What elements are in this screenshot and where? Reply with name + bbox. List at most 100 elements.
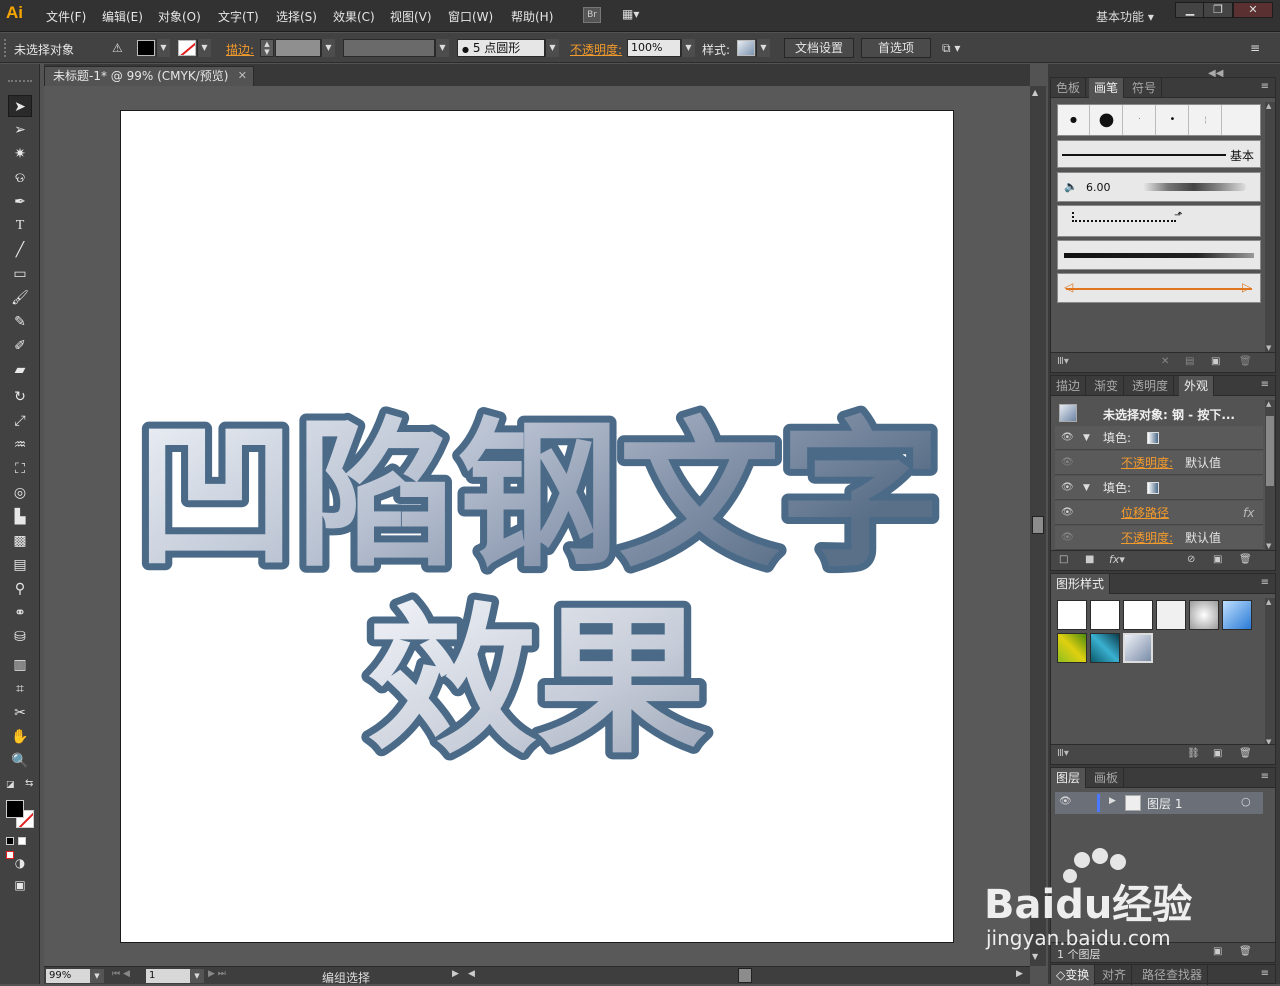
menu-select[interactable]: 选择(S) <box>276 8 317 25</box>
menu-edit[interactable]: 编辑(E) <box>102 8 143 25</box>
menu-effect[interactable]: 效果(C) <box>333 8 375 25</box>
graphic-styles-scrollbar[interactable]: ▲ ▼ <box>1265 598 1275 746</box>
tab-swatches[interactable]: 色板 <box>1051 78 1087 98</box>
appearance-panel-menu-icon[interactable]: ≡ <box>1261 379 1269 390</box>
appearance-row-fill-2[interactable]: 👁 ▼ 填色: <box>1055 476 1263 500</box>
delete-style-icon[interactable]: 🗑 <box>1239 748 1252 759</box>
brush-dashed-row[interactable]: ⬏ <box>1057 205 1261 237</box>
visibility-eye-icon[interactable]: 👁 <box>1061 451 1074 475</box>
canvas-area[interactable]: 凹陷钢文字 效果 <box>44 86 1030 966</box>
vertical-scroll-thumb[interactable] <box>1032 516 1044 534</box>
brushes-panel-menu-icon[interactable]: ≡ <box>1261 81 1269 92</box>
menu-help[interactable]: 帮助(H) <box>511 8 553 25</box>
rotate-tool-icon[interactable]: ↻ <box>8 386 32 408</box>
tab-align[interactable]: 对齐 <box>1097 965 1133 985</box>
style-steel-selected[interactable] <box>1123 633 1153 663</box>
artboard-dropdown-icon[interactable]: ▼ <box>190 969 204 983</box>
appearance-opacity-label[interactable]: 不透明度: <box>1121 451 1173 475</box>
new-style-icon[interactable]: ▣ <box>1213 748 1222 759</box>
brush-preset-thin[interactable]: ¦ <box>1190 105 1222 135</box>
appearance-row-offset-path[interactable]: 👁 位移路径 fx <box>1055 501 1263 525</box>
visibility-eye-icon[interactable]: 👁 <box>1061 501 1074 525</box>
tab-stroke[interactable]: 描边 <box>1051 376 1087 396</box>
close-tab-icon[interactable]: ✕ <box>238 67 247 85</box>
style-dropdown-icon[interactable]: ▼ <box>756 39 770 57</box>
zoom-dropdown-icon[interactable]: ▼ <box>90 969 104 983</box>
stroke-weight-input[interactable] <box>275 39 321 57</box>
brush-options-icon[interactable]: ▤ <box>1185 356 1194 367</box>
fill-gradient-swatch[interactable] <box>1147 432 1159 444</box>
warp-tool-icon[interactable]: ♒ <box>8 434 32 456</box>
line-tool-icon[interactable]: ╱ <box>8 239 32 261</box>
visibility-eye-icon[interactable]: 👁 <box>1061 476 1074 500</box>
transform-panel-menu-icon[interactable]: ≡ <box>1261 968 1269 979</box>
restore-icon[interactable]: ❐ <box>1203 2 1233 18</box>
graphic-style-swatch[interactable] <box>737 40 755 56</box>
menu-type[interactable]: 文字(T) <box>218 8 259 25</box>
fill-swatch[interactable] <box>6 800 24 818</box>
scroll-left-icon[interactable]: ◀ <box>468 969 475 979</box>
stroke-label[interactable]: 描边: <box>226 41 254 58</box>
layer-name[interactable]: 图层 1 <box>1147 795 1182 812</box>
eyedropper-tool-icon[interactable]: ⚲ <box>8 578 32 600</box>
column-graph-tool-icon[interactable]: ▥ <box>8 654 32 676</box>
swap-colors-icon[interactable]: ⇆ <box>25 778 33 789</box>
type-tool-icon[interactable]: T <box>8 215 32 237</box>
appearance-row-opacity-1[interactable]: 👁 不透明度: 默认值 <box>1055 451 1263 475</box>
break-link-icon[interactable]: ⛓ <box>1187 748 1200 759</box>
opacity-dropdown-icon[interactable]: ▼ <box>681 39 695 57</box>
status-menu-icon[interactable]: ▶ <box>452 969 459 979</box>
steel-text-artwork[interactable]: 凹陷钢文字 效果 <box>121 111 955 944</box>
duplicate-item-icon[interactable]: ▣ <box>1213 554 1222 565</box>
vertical-scrollbar[interactable]: ▲ ▼ <box>1030 86 1046 966</box>
new-brush-icon[interactable]: ▣ <box>1211 356 1220 367</box>
visibility-eye-icon[interactable]: 👁 <box>1061 426 1074 450</box>
stroke-dropdown-icon[interactable]: ▼ <box>197 39 211 57</box>
layers-panel-menu-icon[interactable]: ≡ <box>1261 771 1269 782</box>
style-teal-pattern[interactable] <box>1090 633 1120 663</box>
fill-gradient-swatch[interactable] <box>1147 482 1159 494</box>
visibility-eye-icon[interactable]: 👁 <box>1061 526 1074 550</box>
arrange-icon[interactable]: ⧉ ▾ <box>942 41 960 56</box>
blend-tool-icon[interactable]: ⚭ <box>8 602 32 624</box>
drawing-mode-icon[interactable]: ◑ <box>8 852 32 874</box>
tab-transform[interactable]: ◇变换 <box>1051 965 1096 985</box>
lasso-tool-icon[interactable]: ଡ <box>8 167 32 189</box>
stroke-weight-stepper[interactable]: ▲ ▼ <box>260 39 274 57</box>
perspective-grid-tool-icon[interactable]: ▙ <box>8 506 32 528</box>
layer-target-icon[interactable]: ○ <box>1241 795 1251 808</box>
add-fill-icon[interactable]: ■ <box>1085 554 1094 565</box>
slice-tool-icon[interactable]: ✂ <box>8 702 32 724</box>
layer-visibility-eye-icon[interactable]: 👁 <box>1059 796 1072 807</box>
pencil-tool-icon[interactable]: ✎ <box>8 311 32 333</box>
eraser-tool-icon[interactable]: ▰ <box>8 359 32 381</box>
add-stroke-icon[interactable]: □ <box>1059 554 1068 565</box>
magic-wand-tool-icon[interactable]: ✷ <box>8 143 32 165</box>
graphic-styles-panel-menu-icon[interactable]: ≡ <box>1261 577 1269 588</box>
artboard-number-input[interactable]: 1 <box>146 969 190 983</box>
tab-layers[interactable]: 图层 <box>1051 768 1087 788</box>
scale-tool-icon[interactable]: ⤢ <box>8 410 32 432</box>
menu-view[interactable]: 视图(V) <box>390 8 432 25</box>
tab-artboards[interactable]: 画板 <box>1089 768 1125 788</box>
screen-mode-icon[interactable]: ▣ <box>8 874 32 896</box>
style-library-icon[interactable]: Ⅲ▾ <box>1057 748 1069 759</box>
fill-color-swatch[interactable] <box>137 40 155 56</box>
last-artboard-icon[interactable]: ▶ ⏭ <box>208 969 226 979</box>
document-tab[interactable]: 未标题-1* @ 99% (CMYK/预览) ✕ <box>44 66 254 86</box>
appearance-opacity-label[interactable]: 不透明度: <box>1121 526 1173 550</box>
selection-tool-icon[interactable]: ➤ <box>8 95 32 117</box>
style-outline[interactable] <box>1156 600 1186 630</box>
layer-expand-icon[interactable]: ▶ <box>1109 796 1116 806</box>
brush-bristle-row[interactable]: 🔈 6.00 <box>1057 172 1261 202</box>
tab-symbols[interactable]: 符号 <box>1127 78 1163 98</box>
direct-selection-tool-icon[interactable]: ➢ <box>8 119 32 141</box>
close-icon[interactable]: ✕ <box>1233 2 1273 18</box>
menu-window[interactable]: 窗口(W) <box>448 8 493 25</box>
menu-object[interactable]: 对象(O) <box>158 8 201 25</box>
tab-gradient[interactable]: 渐变 <box>1089 376 1125 396</box>
bridge-button[interactable]: Br <box>583 7 601 23</box>
mesh-tool-icon[interactable]: ▩ <box>8 530 32 552</box>
brush-preset-calligraphic[interactable]: • <box>1157 105 1189 135</box>
paintbrush-tool-icon[interactable]: 🖌 <box>8 287 32 309</box>
